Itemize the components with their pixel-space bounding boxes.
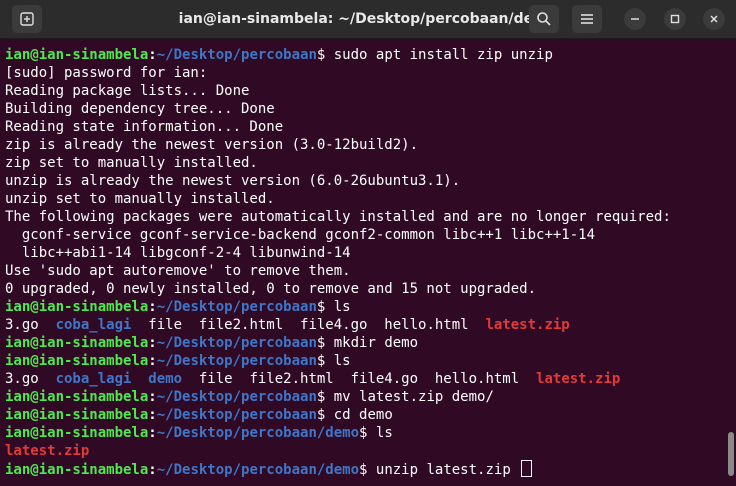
minimize-icon xyxy=(631,18,639,20)
terminal-line: unzip set to manually installed. xyxy=(5,190,275,208)
terminal-text: $ mkdir demo xyxy=(316,335,419,351)
path-or-directory: ~/Desktop/percobaan xyxy=(156,299,317,315)
terminal-text: $ ls xyxy=(316,353,351,369)
prompt-user: ian@ian-sinambela xyxy=(5,47,149,63)
terminal-text: $ mv latest.zip demo/ xyxy=(316,389,494,405)
terminal-text: $ sudo apt install zip unzip xyxy=(316,47,553,63)
terminal-text: $ cd demo xyxy=(316,407,393,423)
terminal-text: The following packages were automaticall… xyxy=(5,209,671,225)
terminal-text: Use 'sudo apt autoremove' to remove them… xyxy=(5,263,351,279)
terminal-output[interactable]: ian@ian-sinambela:~/Desktop/percobaan$ s… xyxy=(0,38,736,486)
terminal-text: zip is already the newest version (3.0-1… xyxy=(5,137,419,153)
prompt-user: ian@ian-sinambela xyxy=(5,353,149,369)
hamburger-menu-icon xyxy=(581,14,593,24)
close-icon xyxy=(710,15,718,23)
terminal-line: Use 'sudo apt autoremove' to remove them… xyxy=(5,262,351,280)
terminal-text: Building dependency tree... Done xyxy=(5,101,275,117)
terminal-text: 3.go xyxy=(5,317,56,333)
terminal-line: latest.zip xyxy=(5,442,89,460)
terminal-line: zip set to manually installed. xyxy=(5,154,258,172)
terminal-text: 3.go xyxy=(5,371,56,387)
terminal-text: file file2.html file4.go hello.html xyxy=(182,371,537,387)
path-or-directory: ~/Desktop/percobaan xyxy=(156,47,317,63)
terminal-line: 3.go coba_lagi demo file file2.html file… xyxy=(5,370,620,388)
path-or-directory: ~/Desktop/percobaan xyxy=(156,335,317,351)
text-cursor xyxy=(521,460,533,477)
prompt-user: ian@ian-sinambela xyxy=(5,425,149,441)
maximize-icon xyxy=(670,14,680,24)
path-or-directory: ~/Desktop/percobaan xyxy=(156,389,317,405)
menu-button[interactable] xyxy=(572,5,602,33)
terminal-text: unzip set to manually installed. xyxy=(5,191,275,207)
path-or-directory: ~/Desktop/percobaan xyxy=(156,353,317,369)
zip-file: latest.zip xyxy=(485,317,570,333)
terminal-text: : xyxy=(148,353,157,369)
new-tab-button[interactable] xyxy=(12,5,42,33)
terminal-text: $ ls xyxy=(316,299,351,315)
path-or-directory: coba_lagi xyxy=(55,371,132,387)
terminal-text: Reading state information... Done xyxy=(5,119,284,135)
terminal-line: ian@ian-sinambela:~/Desktop/percobaan$ m… xyxy=(5,334,418,352)
maximize-button[interactable] xyxy=(664,8,686,30)
terminal-line: 0 upgraded, 0 newly installed, 0 to remo… xyxy=(5,280,536,298)
terminal-line: The following packages were automaticall… xyxy=(5,208,671,226)
terminal-line: libc++abi1-14 libgconf-2-4 libunwind-14 xyxy=(5,244,351,262)
terminal-text: : xyxy=(148,462,157,478)
prompt-user: ian@ian-sinambela xyxy=(5,407,149,423)
path-or-directory: coba_lagi xyxy=(55,317,132,333)
terminal-line: ian@ian-sinambela:~/Desktop/percobaan$ l… xyxy=(5,352,351,370)
terminal-line: Reading package lists... Done xyxy=(5,82,249,100)
path-or-directory: ~/Desktop/percobaan/demo xyxy=(156,462,360,478)
terminal-line: unzip is already the newest version (6.0… xyxy=(5,172,460,190)
search-icon xyxy=(537,12,551,26)
terminal-line: ian@ian-sinambela:~/Desktop/percobaan/de… xyxy=(5,460,533,478)
minimize-button[interactable] xyxy=(624,8,646,30)
terminal-text: zip set to manually installed. xyxy=(5,155,258,171)
title-bar: ian@ian-sinambela: ~/Desktop/percobaan/d… xyxy=(0,0,736,39)
terminal-text: : xyxy=(148,335,157,351)
terminal-text: : xyxy=(148,425,157,441)
zip-file: latest.zip xyxy=(5,443,90,459)
terminal-text: file file2.html file4.go hello.html xyxy=(131,317,486,333)
terminal-text: gconf-service gconf-service-backend gcon… xyxy=(5,227,596,243)
terminal-text: : xyxy=(148,47,157,63)
terminal-text: libc++abi1-14 libgconf-2-4 libunwind-14 xyxy=(5,245,351,261)
terminal-line: 3.go coba_lagi file file2.html file4.go … xyxy=(5,316,570,334)
terminal-line: zip is already the newest version (3.0-1… xyxy=(5,136,418,154)
terminal-text: : xyxy=(148,389,157,405)
terminal-line: ian@ian-sinambela:~/Desktop/percobaan$ m… xyxy=(5,388,494,406)
path-or-directory: ~/Desktop/percobaan xyxy=(156,407,317,423)
terminal-line: ian@ian-sinambela:~/Desktop/percobaan$ s… xyxy=(5,46,553,64)
terminal-text: $ unzip latest.zip xyxy=(359,462,520,478)
terminal-window: ian@ian-sinambela: ~/Desktop/percobaan/d… xyxy=(0,0,736,486)
new-tab-icon xyxy=(20,12,34,26)
prompt-user: ian@ian-sinambela xyxy=(5,299,149,315)
terminal-text: $ ls xyxy=(359,425,393,441)
terminal-line: gconf-service gconf-service-backend gcon… xyxy=(5,226,595,244)
terminal-text: Reading package lists... Done xyxy=(5,83,250,99)
path-or-directory: demo xyxy=(148,371,183,387)
terminal-line: ian@ian-sinambela:~/Desktop/percobaan$ l… xyxy=(5,298,351,316)
prompt-user: ian@ian-sinambela xyxy=(5,389,149,405)
terminal-text: : xyxy=(148,407,157,423)
terminal-line: ian@ian-sinambela:~/Desktop/percobaan/de… xyxy=(5,424,393,442)
scrollbar-thumb[interactable] xyxy=(728,432,734,476)
terminal-line: Reading state information... Done xyxy=(5,118,283,136)
path-or-directory: ~/Desktop/percobaan/demo xyxy=(156,425,360,441)
zip-file: latest.zip xyxy=(536,371,621,387)
terminal-text: : xyxy=(148,299,157,315)
terminal-text: unzip is already the newest version (6.0… xyxy=(5,173,461,189)
terminal-text: 0 upgraded, 0 newly installed, 0 to remo… xyxy=(5,281,537,297)
prompt-user: ian@ian-sinambela xyxy=(5,462,149,478)
prompt-user: ian@ian-sinambela xyxy=(5,335,149,351)
terminal-line: Building dependency tree... Done xyxy=(5,100,275,118)
terminal-line: ian@ian-sinambela:~/Desktop/percobaan$ c… xyxy=(5,406,393,424)
search-button[interactable] xyxy=(529,5,559,33)
close-button[interactable] xyxy=(703,8,725,30)
terminal-line: [sudo] password for ian: xyxy=(5,64,207,82)
terminal-text: [sudo] password for ian: xyxy=(5,65,208,81)
